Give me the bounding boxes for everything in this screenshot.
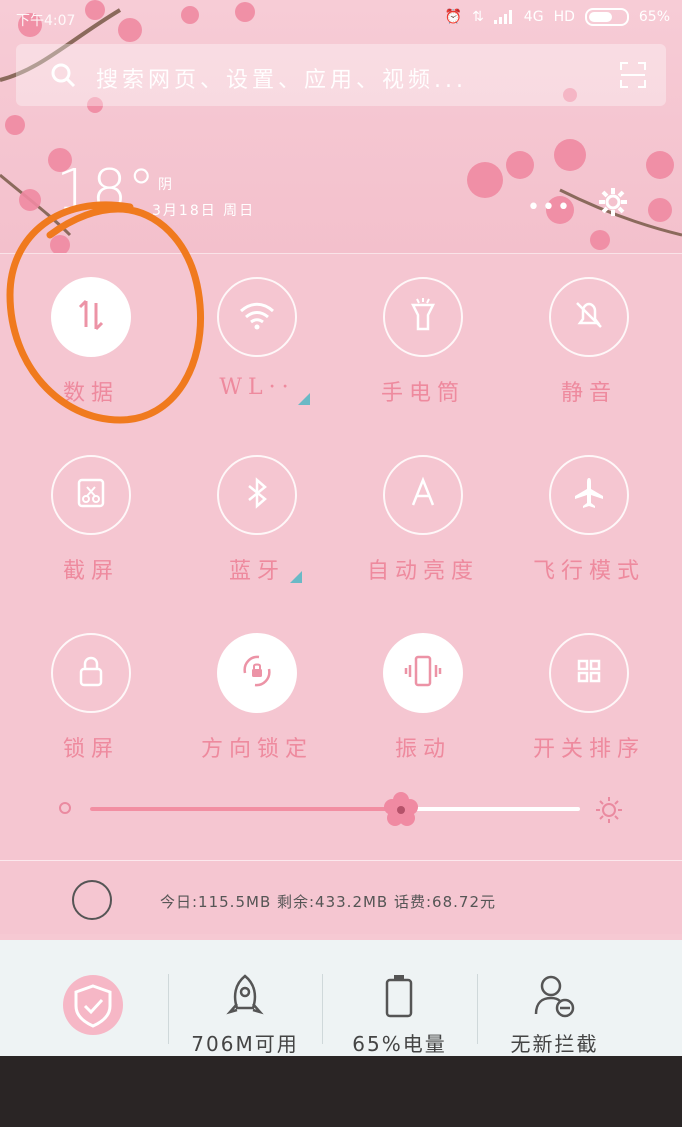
security-shield-cell[interactable] (0, 940, 168, 1056)
dock-bar (0, 1056, 682, 1127)
weather-condition: 阴 (158, 177, 172, 193)
data-usage-ring (72, 880, 112, 920)
flashlight-icon (405, 297, 441, 337)
screenshot-icon (73, 475, 109, 515)
bluetooth-icon (239, 475, 275, 515)
brightness-fill (90, 807, 402, 811)
toggle-circle[interactable] (383, 633, 463, 713)
network-type: 4G (523, 9, 544, 25)
toggle-circle[interactable] (217, 455, 297, 535)
toggle-label: 振动 (394, 737, 451, 762)
toggle-circle[interactable] (51, 633, 131, 713)
toggle-flashlight[interactable]: 手电筒 (340, 277, 506, 407)
annotation-circle (6, 201, 205, 424)
bluetooth-expand-indicator (290, 571, 302, 583)
toggle-label: 方向锁定 (200, 737, 313, 762)
intercept-cell[interactable]: 无新拦截 (477, 940, 632, 1056)
toggle-label: 静音 (560, 381, 617, 406)
wifi-expand-indicator (298, 393, 310, 405)
data-activity-icon: ⇅ (472, 9, 484, 25)
toggle-label: 自动亮度 (366, 559, 479, 584)
battery-cell[interactable]: 65%电量 (322, 940, 477, 1056)
toggle-vibrate[interactable]: 振动 (340, 633, 506, 763)
rocket-icon (226, 974, 264, 1015)
security-card: 706M可用 65%电量 无新拦截 (0, 940, 682, 1056)
memory-label: 706M可用 (191, 1032, 299, 1056)
data-usage-text: 今日:115.5MB 剩余:433.2MB 话费:68.72元 (160, 893, 496, 911)
toggle-grid[interactable]: 开关排序 (506, 633, 672, 763)
airplane-icon (571, 475, 607, 515)
rotation-lock-icon (237, 651, 277, 695)
battery-outline-icon (385, 975, 413, 1018)
search-icon (51, 63, 76, 88)
toggle-circle[interactable] (383, 455, 463, 535)
panel-divider (0, 860, 682, 861)
toggle-label: 截屏 (62, 559, 119, 584)
toggle-label: 锁屏 (62, 737, 119, 762)
brightness-knob[interactable] (383, 791, 419, 827)
toggle-bell-mute[interactable]: 静音 (506, 277, 672, 407)
status-time: 下午4:07 (16, 13, 76, 29)
toggle-label: 手电筒 (380, 381, 465, 406)
toggle-circle[interactable] (51, 455, 131, 535)
toggle-circle[interactable] (383, 277, 463, 357)
toggle-bluetooth[interactable]: 蓝牙 (174, 455, 340, 585)
user-block-icon (534, 975, 575, 1018)
toggle-circle[interactable] (549, 455, 629, 535)
gear-icon[interactable] (597, 186, 629, 218)
lock-icon (73, 653, 109, 693)
brightness-min-icon (59, 802, 71, 814)
toggle-circle[interactable] (549, 277, 629, 357)
bell-mute-icon (571, 297, 607, 337)
hd-indicator: HD (553, 9, 575, 25)
vibrate-icon (401, 653, 445, 693)
toggle-circle[interactable] (549, 633, 629, 713)
toggle-rotation-lock[interactable]: 方向锁定 (174, 633, 340, 763)
search-placeholder: 搜索网页、设置、应用、视频... (96, 68, 467, 93)
auto-brightness-icon (405, 475, 441, 515)
search-bar[interactable]: 搜索网页、设置、应用、视频... (16, 44, 666, 106)
memory-cell[interactable]: 706M可用 (168, 940, 322, 1056)
toggle-label: 开关排序 (532, 737, 645, 762)
brightness-max-icon (596, 797, 622, 823)
more-dots-icon[interactable]: ••• (527, 195, 572, 220)
shield-icon (63, 975, 123, 1035)
toggle-airplane[interactable]: 飞行模式 (506, 455, 672, 585)
battery-label: 65%电量 (352, 1032, 447, 1056)
scan-icon[interactable] (620, 62, 646, 88)
alarm-icon: ⏰ (444, 9, 463, 25)
wifi-icon (237, 300, 277, 334)
toggle-lock[interactable]: 锁屏 (8, 633, 174, 763)
signal-icon (493, 10, 512, 24)
grid-icon (571, 653, 607, 693)
toggle-label: 飞行模式 (532, 559, 645, 584)
intercept-label: 无新拦截 (510, 1032, 599, 1056)
status-bar: 下午4:07 ⏰ ⇅ 4G HD 65% (0, 0, 682, 36)
toggle-auto-brightness[interactable]: 自动亮度 (340, 455, 506, 585)
toggle-screenshot[interactable]: 截屏 (8, 455, 174, 585)
toggle-label: 蓝牙 (228, 559, 285, 584)
toggle-circle[interactable] (217, 633, 297, 713)
toggle-circle[interactable] (217, 277, 297, 357)
battery-percent: 65% (638, 9, 670, 25)
battery-icon (584, 8, 629, 26)
